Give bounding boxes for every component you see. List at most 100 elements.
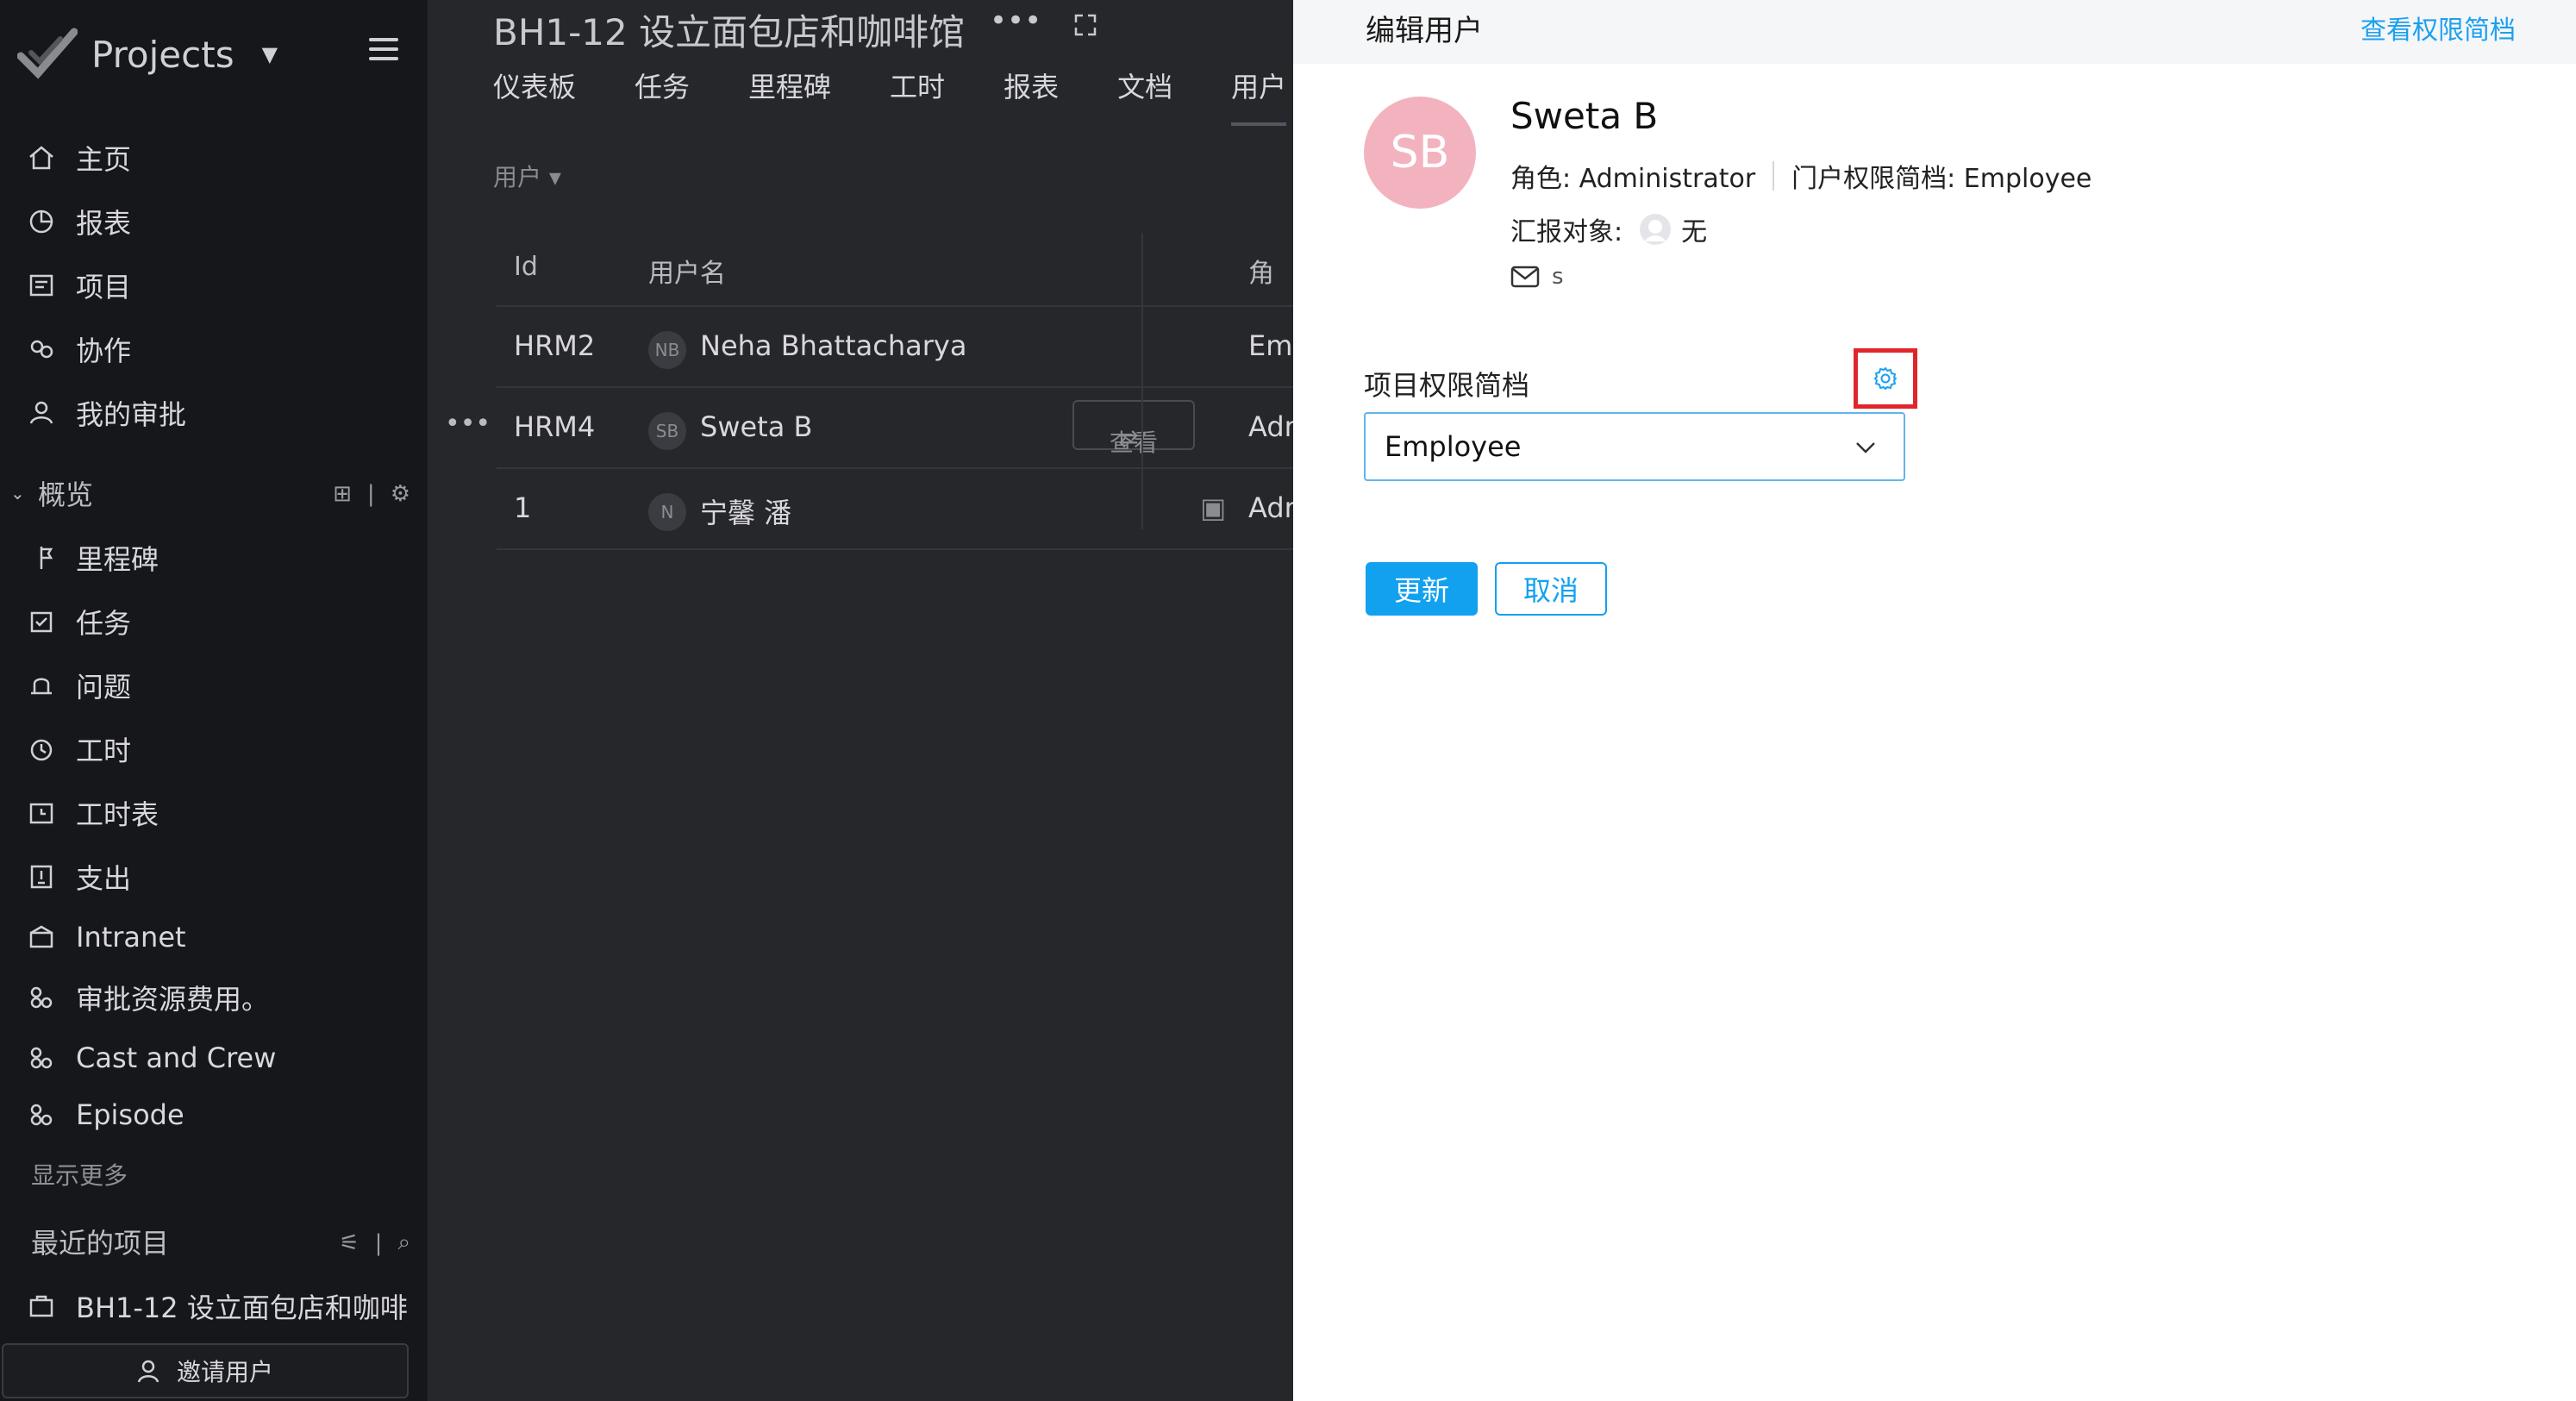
panel-title: 编辑用户: [1366, 14, 1483, 48]
sidebar-item-label: 审批资源费用。: [76, 983, 270, 1016]
project-tabs: 仪表板 任务 里程碑 工时 报表 文档 用户: [493, 66, 1345, 126]
overview-group-header[interactable]: ⌄ 概览 ⊞ | ⚙: [0, 467, 428, 519]
chevron-down-icon: ⌄: [10, 483, 25, 503]
projects-logo-icon: [17, 28, 78, 79]
users-filter-dropdown[interactable]: 用户 ▾: [493, 159, 561, 193]
filter-icon[interactable]: ⚟: [339, 1230, 359, 1256]
table-row[interactable]: 1 N 宁馨 潘 ▣ Adm: [497, 469, 1311, 550]
divider: |: [366, 481, 375, 507]
row-username[interactable]: 宁馨 潘: [700, 491, 791, 531]
sidebar-item-timelogs[interactable]: 工时: [0, 719, 428, 779]
row-more-icon[interactable]: •••: [445, 409, 491, 439]
table-row[interactable]: ••• HRM4 SB Sweta B ⇄ 查看 Adm: [445, 388, 1311, 469]
cancel-button[interactable]: 取消: [1495, 562, 1607, 616]
row-id: 1: [514, 491, 532, 524]
menu-toggle-icon[interactable]: [369, 38, 398, 64]
expand-icon[interactable]: [1072, 12, 1098, 38]
expense-icon: [26, 861, 57, 892]
sidebar-item-label: 工时表: [76, 798, 159, 831]
brand[interactable]: Projects ▼: [17, 24, 278, 84]
portal-profile: 门户权限简档: Employee: [1791, 164, 2092, 194]
tab-milestones[interactable]: 里程碑: [748, 66, 831, 126]
row-username[interactable]: Sweta B: [700, 410, 812, 443]
sidebar-item-milestones[interactable]: 里程碑: [0, 528, 428, 588]
sidebar-item-label: Intranet: [76, 921, 186, 954]
projects-icon: [26, 270, 57, 301]
recent-project-item[interactable]: BH1-12 设立面包店和咖啡: [0, 1276, 428, 1336]
sidebar-item-intranet[interactable]: Intranet: [0, 907, 428, 967]
avatar: SB: [648, 412, 686, 450]
user-name: Sweta B: [1510, 95, 1659, 137]
timer-icon: [26, 734, 57, 765]
collaboration-icon: [26, 334, 57, 365]
row-username[interactable]: Neha Bhattacharya: [700, 329, 966, 362]
sidebar-item-timesheets[interactable]: 工时表: [0, 783, 428, 843]
project-profile-select[interactable]: Employee: [1364, 412, 1905, 481]
user-placeholder-icon: [1640, 214, 1672, 245]
table-row[interactable]: HRM2 NB Neha Bhattacharya Emp: [497, 307, 1310, 388]
profile-settings-button[interactable]: [1854, 348, 1917, 409]
column-username[interactable]: 用户名: [648, 252, 726, 290]
sidebar-item-my-approvals[interactable]: 我的审批: [0, 383, 428, 443]
sidebar-item-reports[interactable]: 报表: [0, 191, 428, 252]
show-more-link[interactable]: 显示更多: [31, 1157, 128, 1191]
sidebar-item-issues[interactable]: 问题: [0, 655, 428, 716]
sidebar-item-label: 协作: [76, 335, 132, 367]
project-profile-value: Employee: [1385, 430, 1522, 463]
edit-user-panel: 编辑用户 查看权限简档 SB Sweta B 角色: Administrator…: [1293, 0, 2576, 1401]
sidebar-item-tasks[interactable]: 任务: [0, 591, 428, 652]
mail-icon: [1510, 266, 1540, 288]
calendar-icon[interactable]: ▣: [1200, 491, 1226, 524]
view-user-button[interactable]: ⇄ 查看: [1072, 400, 1195, 457]
more-options-icon[interactable]: •••: [990, 3, 1041, 38]
avatar: SB: [1364, 97, 1476, 209]
sidebar-item-projects[interactable]: 项目: [0, 255, 428, 316]
sidebar-item-expenses[interactable]: 支出: [0, 847, 428, 907]
module-icon: [26, 1042, 57, 1073]
approval-icon: [26, 397, 57, 428]
sidebar: Projects ▼ 主页 报表 项目 协作 我的审批 ⌄ 概览 ⊞ | ⚙ 里…: [0, 0, 428, 1401]
intranet-icon: [26, 922, 57, 953]
sidebar-item-episode[interactable]: Episode: [0, 1085, 428, 1145]
chevron-down-icon[interactable]: ▼: [262, 42, 278, 66]
divider: |: [374, 1229, 383, 1256]
milestone-icon: [26, 542, 57, 573]
tab-documents[interactable]: 文档: [1117, 66, 1172, 126]
tab-reports[interactable]: 报表: [1004, 66, 1059, 126]
tab-timelogs[interactable]: 工时: [890, 66, 945, 126]
sidebar-item-label: 主页: [76, 143, 132, 176]
reports-icon: [26, 206, 57, 237]
project-briefcase-icon: [26, 1291, 57, 1322]
tab-tasks[interactable]: 任务: [635, 66, 690, 126]
row-id: HRM4: [514, 410, 596, 443]
sidebar-item-home[interactable]: 主页: [0, 128, 428, 188]
column-role[interactable]: 角: [1248, 252, 1274, 290]
sidebar-item-collaboration[interactable]: 协作: [0, 319, 428, 379]
task-icon: [26, 606, 57, 637]
module-icon: [26, 982, 57, 1013]
project-title: BH1-12 设立面包店和咖啡馆: [493, 11, 966, 53]
tab-users[interactable]: 用户: [1231, 66, 1287, 126]
sidebar-item-approve-resource-cost[interactable]: 审批资源费用。: [0, 967, 428, 1028]
gear-icon[interactable]: ⚙: [391, 481, 410, 507]
sidebar-item-label: 支出: [76, 862, 132, 895]
update-button[interactable]: 更新: [1366, 562, 1478, 616]
view-permission-profiles-link[interactable]: 查看权限简档: [2360, 9, 2516, 47]
row-id: HRM2: [514, 329, 596, 362]
recent-projects-label: 最近的项目: [31, 1227, 170, 1260]
view-user-label: 查看: [1109, 428, 1158, 457]
invite-user-button[interactable]: 邀请用户: [2, 1343, 409, 1398]
email-value: s: [1552, 264, 1564, 290]
overview-label: 概览: [38, 478, 94, 511]
tab-dashboard[interactable]: 仪表板: [493, 66, 576, 126]
project-content: BH1-12 设立面包店和咖啡馆 ••• 仪表板 任务 里程碑 工时 报表 文档…: [428, 0, 1311, 1401]
add-icon[interactable]: ⊞: [333, 481, 352, 507]
sidebar-item-label: Episode: [76, 1098, 184, 1131]
sidebar-item-label: 我的审批: [76, 398, 187, 431]
table-header: Id 用户名 角: [497, 233, 1293, 307]
column-id[interactable]: Id: [514, 252, 538, 282]
sidebar-item-label: 工时: [76, 735, 132, 767]
search-icon[interactable]: ⌕: [397, 1229, 410, 1256]
sidebar-item-cast-and-crew[interactable]: Cast and Crew: [0, 1028, 428, 1088]
panel-header: 编辑用户 查看权限简档: [1293, 0, 2576, 64]
